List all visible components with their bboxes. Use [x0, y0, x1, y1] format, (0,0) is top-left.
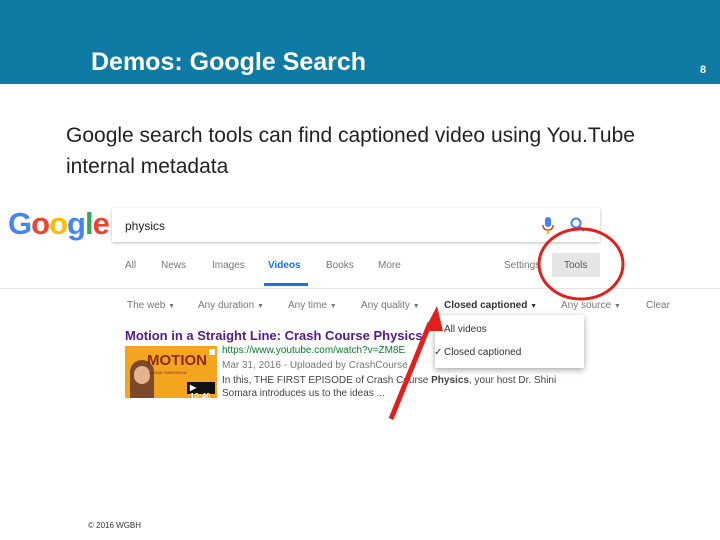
highlight-circle: [537, 227, 625, 301]
pointer-arrow: [388, 322, 433, 420]
annotation-overlay: [388, 227, 625, 420]
copyright-footer: © 2016 WGBH: [88, 521, 142, 530]
arrow-head: [424, 306, 443, 331]
